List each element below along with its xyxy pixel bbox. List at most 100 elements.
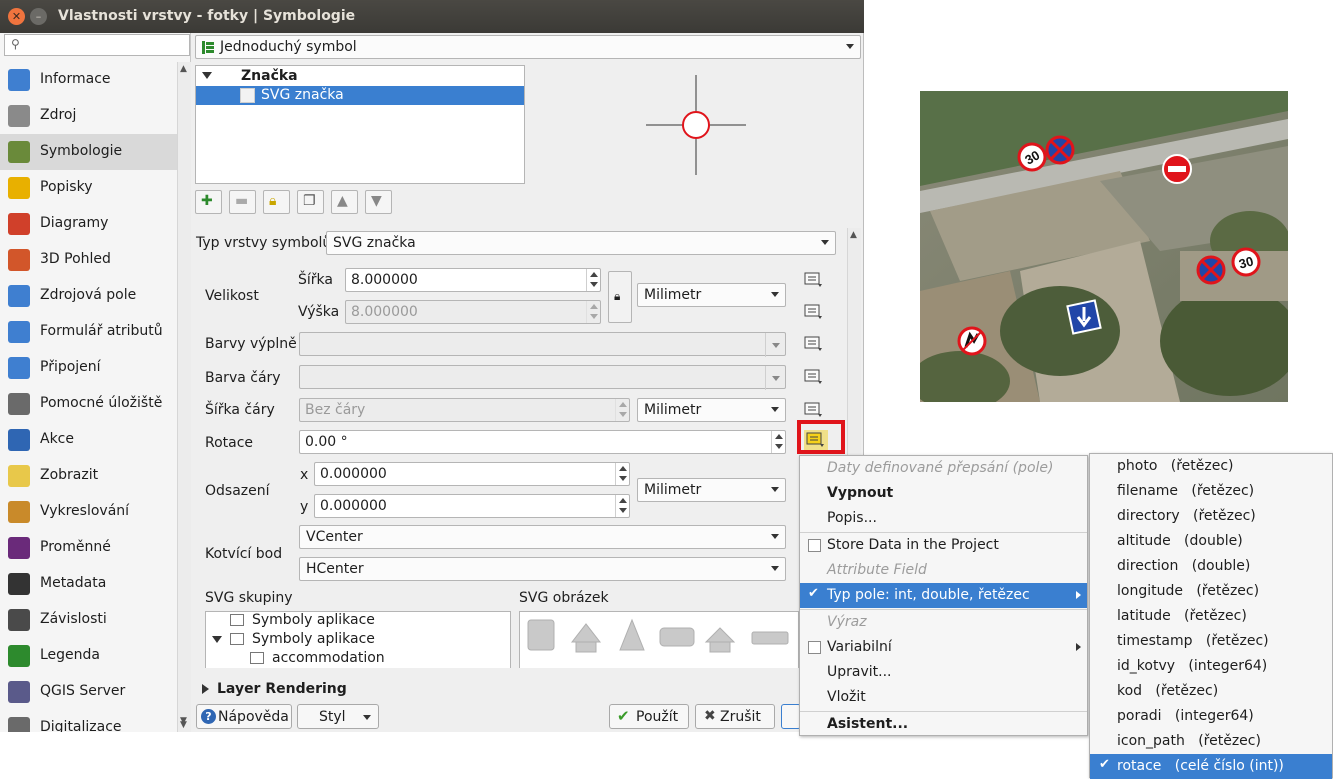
sidebar-item-digitalizace[interactable]: Digitalizace <box>0 710 177 732</box>
no-stopping-icon[interactable] <box>1196 255 1226 285</box>
field-menu-item[interactable]: id_kotvy (integer64) <box>1090 654 1332 679</box>
offset-x-spinner[interactable] <box>615 463 629 485</box>
menu-item-deactivate[interactable]: Vypnout <box>800 481 1087 506</box>
field-menu-item[interactable]: timestamp (řetězec) <box>1090 629 1332 654</box>
lock-layer-button[interactable]: 🔒︎ <box>263 190 290 214</box>
no-entry-icon[interactable] <box>1161 153 1193 185</box>
data-defined-override-height-button[interactable] <box>802 302 826 322</box>
sidebar-item-metadata[interactable]: Metadata <box>0 566 177 602</box>
sidebar-item-informace[interactable]: Informace <box>0 62 177 98</box>
offset-y-input[interactable]: 0.000000 <box>314 494 630 518</box>
field-menu-item[interactable]: filename (řetězec) <box>1090 479 1332 504</box>
menu-item-field-type[interactable]: ✔ Typ pole: int, double, řetězec <box>800 583 1087 608</box>
scroll-up-icon[interactable]: ▲ <box>850 230 857 240</box>
sidebar-item-zobrazit[interactable]: Zobrazit <box>0 458 177 494</box>
field-menu-item[interactable]: poradi (integer64) <box>1090 704 1332 729</box>
height-spinner[interactable] <box>586 301 600 323</box>
cancel-button[interactable]: ✖ Zrušit <box>695 704 775 729</box>
stroke-width-input[interactable]: Bez čáry <box>299 398 630 422</box>
menu-item-description[interactable]: Popis... <box>800 506 1087 531</box>
data-defined-override-width-button[interactable] <box>802 270 826 290</box>
ok-button[interactable] <box>781 704 801 729</box>
close-icon[interactable]: ✕ <box>8 8 25 25</box>
lock-aspect-button[interactable]: 🔒︎ <box>608 271 632 323</box>
offset-y-spinner[interactable] <box>615 495 629 517</box>
search-input[interactable]: ⚲ <box>4 34 190 56</box>
stroke-color-button[interactable] <box>299 365 786 390</box>
sidebar-item-popisky[interactable]: Popisky <box>0 170 177 206</box>
symbol-layer-type-select[interactable]: SVG značka <box>326 231 836 255</box>
field-menu-item[interactable]: photo (řetězec) <box>1090 454 1332 479</box>
menu-item-edit[interactable]: Upravit... <box>800 660 1087 685</box>
anchor-vertical-select[interactable]: VCenter <box>299 525 786 549</box>
no-stopping-icon[interactable] <box>1045 135 1075 165</box>
help-button[interactable]: ? Nápověda <box>196 704 292 729</box>
duplicate-layer-button[interactable]: ❐ <box>297 190 324 214</box>
menu-item-store-data[interactable]: Store Data in the Project <box>800 533 1087 558</box>
anchor-horizontal-select[interactable]: HCenter <box>299 557 786 581</box>
renderer-select[interactable]: Jednoduchý symbol <box>195 35 861 59</box>
field-menu-item[interactable]: direction (double) <box>1090 554 1332 579</box>
size-unit-select[interactable]: Milimetr <box>637 283 786 307</box>
svg-group-item[interactable]: accommodation <box>272 650 385 666</box>
sidebar-item-připojení[interactable]: Připojení <box>0 350 177 386</box>
menu-item-assistant[interactable]: Asistent... <box>800 712 1087 737</box>
sidebar-item-vykreslování[interactable]: Vykreslování <box>0 494 177 530</box>
field-menu-item[interactable]: kod (řetězec) <box>1090 679 1332 704</box>
style-button[interactable]: Styl <box>297 704 379 729</box>
scroll-up-icon[interactable]: ▲ <box>180 64 187 74</box>
svg-group-item[interactable]: Symboly aplikace <box>252 631 375 647</box>
stroke-width-unit-select[interactable]: Milimetr <box>637 398 786 422</box>
add-layer-button[interactable]: ✚ <box>195 190 222 214</box>
svg-image-grid[interactable] <box>519 611 799 668</box>
width-spinner[interactable] <box>586 269 600 291</box>
expand-icon[interactable] <box>202 72 212 79</box>
data-defined-override-stroke-button[interactable] <box>802 367 826 387</box>
tree-item-svg-marker[interactable]: SVG značka <box>196 86 524 105</box>
fill-color-button[interactable] <box>299 332 786 357</box>
tree-item-root[interactable]: Značka <box>196 67 524 86</box>
symbol-layer-tree[interactable]: Značka SVG značka <box>195 65 525 184</box>
no-overtaking-icon[interactable] <box>956 325 988 357</box>
checkbox-icon[interactable] <box>808 641 821 654</box>
collapse-arrow-icon[interactable] <box>202 684 209 694</box>
title-bar[interactable]: ✕ – Vlastnosti vrstvy - fotky | Symbolog… <box>0 0 864 33</box>
sidebar-item-závislosti[interactable]: Závislosti <box>0 602 177 638</box>
layer-rendering-header[interactable]: Layer Rendering <box>217 681 347 697</box>
sidebar-scrollbar[interactable]: ▲ ▼ <box>177 62 191 732</box>
field-menu-item[interactable]: longitude (řetězec) <box>1090 579 1332 604</box>
field-menu-item[interactable]: altitude (double) <box>1090 529 1332 554</box>
svg-group-item[interactable]: Symboly aplikace <box>252 612 375 628</box>
field-menu-item[interactable]: latitude (řetězec) <box>1090 604 1332 629</box>
svg-groups-tree[interactable]: Symboly aplikace Symboly aplikace accomm… <box>205 611 511 668</box>
map-canvas[interactable]: 30 30 <box>920 91 1288 402</box>
sidebar-item-zdrojová-pole[interactable]: Zdrojová pole <box>0 278 177 314</box>
width-input[interactable]: 8.000000 <box>345 268 601 292</box>
minimize-icon[interactable]: – <box>30 8 47 25</box>
data-defined-override-fill-button[interactable] <box>802 334 826 354</box>
stroke-width-spinner[interactable] <box>615 399 629 421</box>
sidebar-item-proměnné[interactable]: Proměnné <box>0 530 177 566</box>
one-way-arrow-icon[interactable] <box>1066 299 1102 335</box>
checkbox-icon[interactable] <box>808 539 821 552</box>
sidebar-item-zdroj[interactable]: Zdroj <box>0 98 177 134</box>
height-input[interactable]: 8.000000 <box>345 300 601 324</box>
field-menu-item[interactable]: icon_path (řetězec) <box>1090 729 1332 754</box>
menu-item-variable[interactable]: Variabilní <box>800 635 1087 660</box>
rotation-spinner[interactable] <box>771 431 785 453</box>
offset-unit-select[interactable]: Milimetr <box>637 478 786 502</box>
field-menu-item[interactable]: ✔ rotace (celé číslo (int)) <box>1090 754 1332 779</box>
field-menu-item[interactable]: directory (řetězec) <box>1090 504 1332 529</box>
sidebar-item-symbologie[interactable]: Symbologie <box>0 134 177 170</box>
offset-x-input[interactable]: 0.000000 <box>314 462 630 486</box>
menu-item-paste[interactable]: Vložit <box>800 685 1087 710</box>
sidebar-item-akce[interactable]: Akce <box>0 422 177 458</box>
sidebar-item-pomocné-úložiště[interactable]: Pomocné úložiště <box>0 386 177 422</box>
rotation-input[interactable]: 0.00 ° <box>299 430 786 454</box>
data-defined-override-rotation-button[interactable] <box>804 430 828 450</box>
data-defined-override-stroke-width-button[interactable] <box>802 400 826 420</box>
sidebar-item-legenda[interactable]: Legenda <box>0 638 177 674</box>
sidebar-item-3d-pohled[interactable]: 3D Pohled <box>0 242 177 278</box>
speed-limit-30-icon[interactable]: 30 <box>1231 247 1261 277</box>
move-down-button[interactable]: ▼ <box>365 190 392 214</box>
